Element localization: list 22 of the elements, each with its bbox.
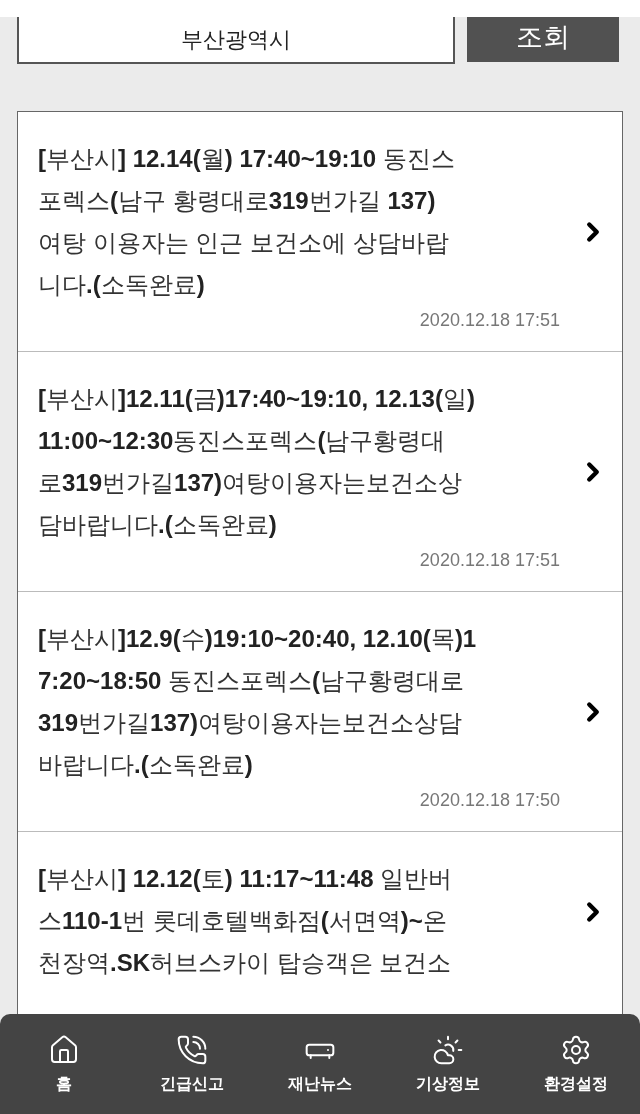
message-item[interactable]: [부산시] 12.12(토) 11:17~11:48 일반버 스110-1번 롯데호텔백화점(서면역)~온 천장역.SK허브스카이 탑승객은 보건소	[18, 832, 622, 992]
message-time: 2020.12.18 17:51	[419, 550, 560, 571]
sun-cloud-icon	[432, 1033, 464, 1066]
search-button[interactable]: 조회	[467, 17, 619, 62]
phone-icon	[176, 1033, 208, 1066]
message-time: 2020.12.18 17:51	[419, 310, 560, 331]
message-item[interactable]: [부산시] 12.14(월) 17:40~19:10 동진스 포렉스(남구 황령대로319번가길 137) 여탕 이용자는 인근 보건소에 상담바랍 니다.(소독완료) 2020.12.18 17:51	[18, 112, 622, 352]
message-time: 2020.12.18 17:50	[419, 790, 560, 811]
message-text: [부산시] 12.12(토) 11:17~11:48 일반버 스110-1번 롯데호텔백화점(서면역)~온 천장역.SK허브스카이 탑승객은 보건소	[38, 864, 454, 978]
nav-tab[interactable]: 긴급신고	[137, 1033, 247, 1095]
nav-tab[interactable]: 기상정보	[393, 1033, 503, 1095]
nav-tab[interactable]: 홈	[9, 1033, 119, 1095]
settings-icon	[560, 1033, 592, 1066]
message-text: [부산시] 12.14(월) 17:40~19:10 동진스 포렉스(남구 황령대로319번가길 137) 여탕 이용자는 인근 보건소에 상담바랍 니다.(소독완료)	[38, 144, 456, 300]
message-item[interactable]: [부산시]12.9(수)19:10~20:40, 12.10(목)1 7:20~18:50 동진스포렉스(남구황령대로 319번가길137)여탕이용자는보건소상담 바랍니다.(소독완료) 2020.12.18 17:50	[18, 592, 622, 832]
nav-tab[interactable]: 재난뉴스	[265, 1033, 375, 1095]
message-text: [부산시]12.9(수)19:10~20:40, 12.10(목)1 7:20~18:50 동진스포렉스(남구황령대로 319번가길137)여탕이용자는보건소상담 바랍니다.(소독완료)	[38, 624, 478, 780]
message-item[interactable]: [부산시]12.11(금)17:40~19:10, 12.13(일) 11:00~12:30동진스포렉스(남구황령대 로319번가길137)여탕이용자는보건소상 담바랍니다.(소독완료) 2020.12.18 17:51	[18, 352, 622, 592]
region-select[interactable]: 부산광역시	[17, 17, 455, 64]
home-icon	[48, 1033, 80, 1066]
nav-tab[interactable]: 환경설정	[521, 1033, 631, 1095]
message-text: [부산시]12.11(금)17:40~19:10, 12.13(일) 11:00~12:30동진스포렉스(남구황령대 로319번가길137)여탕이용자는보건소상 담바랍니다.(소독완료)	[38, 384, 476, 540]
